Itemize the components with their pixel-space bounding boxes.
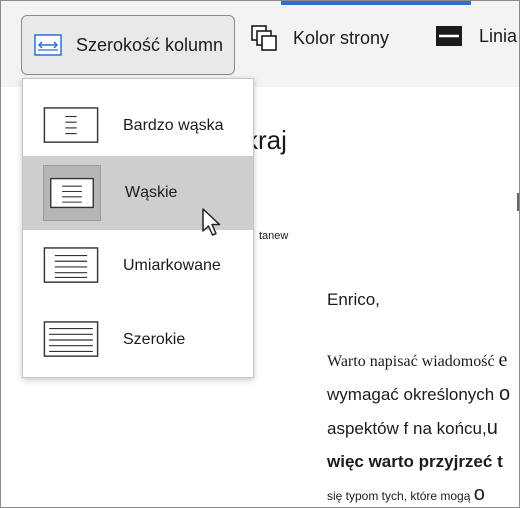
- menu-item-label: Szerokie: [123, 331, 186, 348]
- document-line-2: wymagać określonych o: [327, 383, 511, 405]
- menu-item-label: Wąskie: [125, 184, 178, 201]
- column-width-label: Szerokość kolumn: [76, 34, 224, 55]
- document-line-5: się typom tych, które mogą o: [327, 483, 485, 505]
- document-small-fragment: tanew: [259, 230, 289, 242]
- document-line-1: Warto napisać wiadomość e: [327, 349, 508, 371]
- page-color-button[interactable]: Kolor strony: [251, 25, 389, 51]
- text-cursor-mark: [517, 193, 519, 211]
- column-width-icon: [34, 34, 62, 56]
- ribbon-accent-bar: [281, 1, 471, 5]
- menu-item-very-narrow[interactable]: Bardzo wąska: [23, 89, 253, 163]
- very-narrow-thumb-wrap: [43, 99, 99, 153]
- line-button[interactable]: Linia: [435, 25, 517, 47]
- menu-item-label: Umiarkowane: [123, 257, 221, 274]
- page-color-label: Kolor strony: [293, 27, 390, 48]
- page-color-icon: [251, 25, 277, 51]
- wide-thumb-wrap: [43, 313, 99, 367]
- narrow-thumb-wrap: [43, 165, 101, 221]
- menu-item-wide[interactable]: Szerokie: [23, 303, 253, 377]
- wide-columns-icon: [43, 321, 99, 357]
- line-label: Linia: [479, 25, 518, 46]
- ribbon-toolbar: Szerokość kolumn Kolor strony Linia: [1, 1, 519, 87]
- very-narrow-columns-icon: [43, 107, 99, 143]
- document-line-3: aspektów f na końcu,u: [327, 417, 498, 439]
- menu-item-moderate[interactable]: Umiarkowane: [23, 229, 253, 303]
- menu-item-label: Bardzo wąska: [123, 117, 224, 134]
- document-greeting: Enrico,: [327, 290, 380, 309]
- moderate-columns-icon: [43, 247, 99, 283]
- column-width-button[interactable]: Szerokość kolumn: [21, 15, 235, 75]
- app-window: Szerokość kolumn Kolor strony Linia kraj…: [0, 0, 520, 508]
- document-line-4: więc warto przyjrzeć t: [327, 452, 503, 471]
- moderate-thumb-wrap: [43, 239, 99, 293]
- mouse-pointer-icon: [202, 208, 221, 236]
- line-icon: [436, 26, 462, 46]
- narrow-columns-icon: [50, 177, 94, 209]
